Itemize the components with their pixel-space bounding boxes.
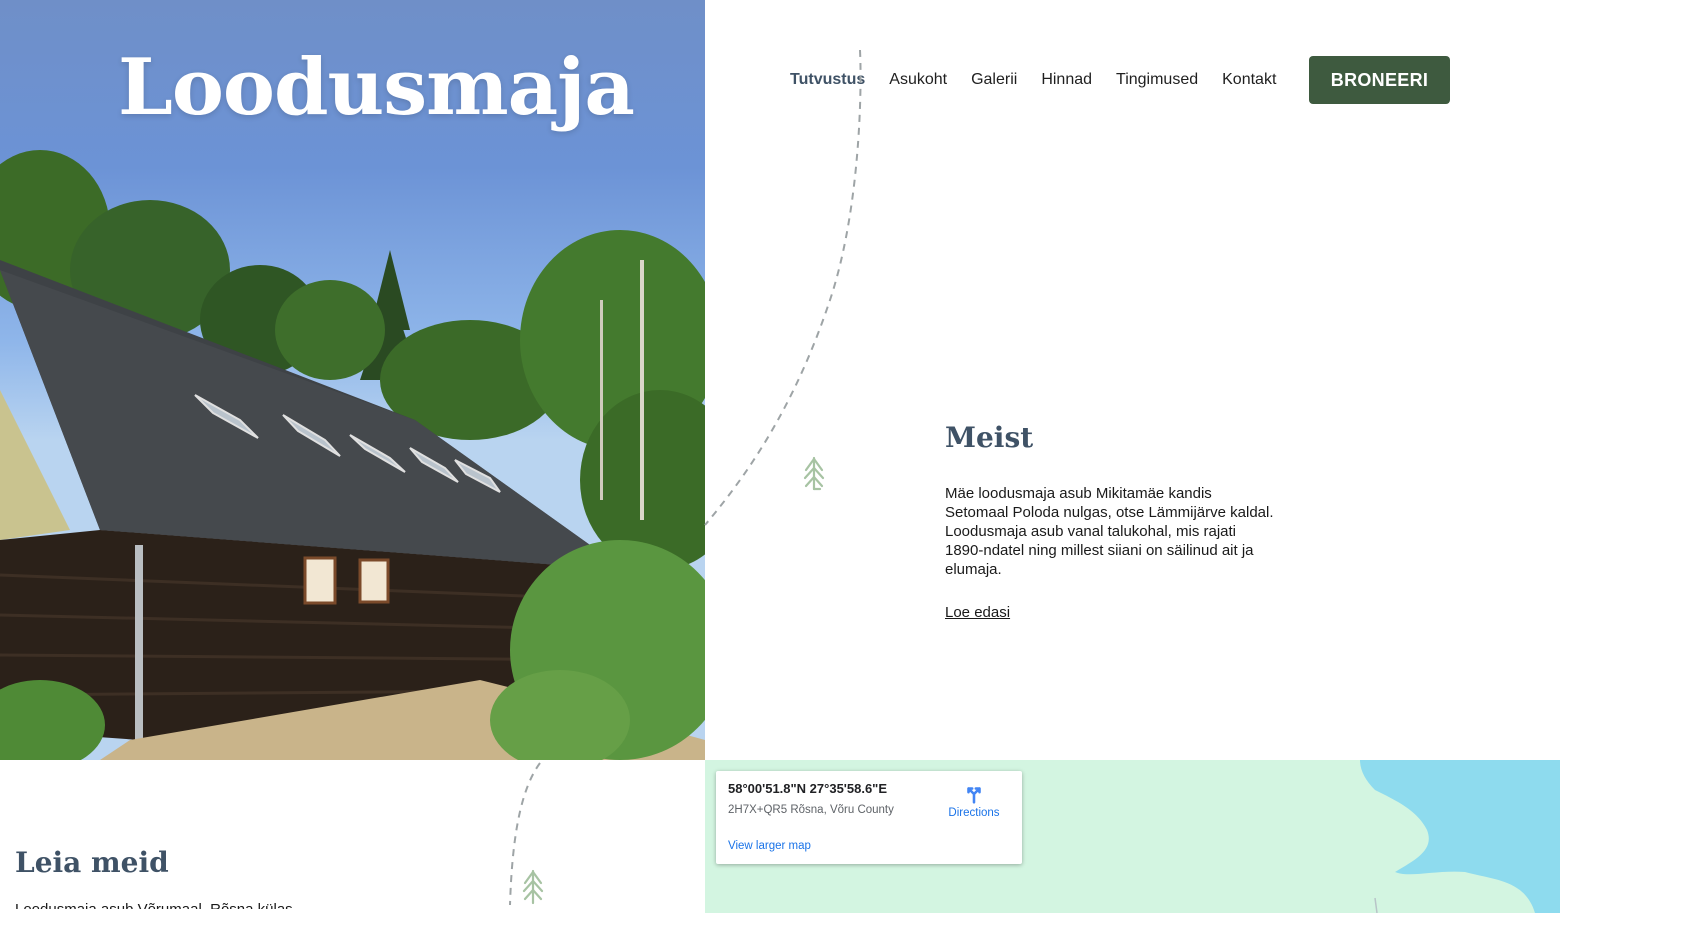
site-title[interactable]: Loodusmaja xyxy=(0,42,752,133)
tree-icon xyxy=(803,456,825,491)
map-info-card: 58°00'51.8"N 27°35'58.6"E 2H7X+QR5 Rõsna… xyxy=(716,771,1022,864)
map-coordinates: 58°00'51.8"N 27°35'58.6"E xyxy=(728,781,888,796)
nav-item-kontakt[interactable]: Kontakt xyxy=(1222,71,1276,89)
about-heading: Meist xyxy=(945,421,1034,454)
nav-item-tingimused[interactable]: Tingimused xyxy=(1116,71,1198,89)
view-larger-map-link[interactable]: View larger map xyxy=(728,840,811,852)
read-more-link[interactable]: Loe edasi xyxy=(945,604,1010,621)
nav-item-galerii[interactable]: Galerii xyxy=(971,71,1017,89)
about-description: Mäe loodusmaja asub Mikitamäe kandis Set… xyxy=(945,485,1274,578)
directions-button[interactable]: Directions xyxy=(940,783,1008,819)
nav-item-asukoht[interactable]: Asukoht xyxy=(889,71,947,89)
nav-item-tutvustus[interactable]: Tutvustus xyxy=(790,71,865,89)
main-nav: Tutvustus Asukoht Galerii Hinnad Tingimu… xyxy=(790,55,1300,105)
tree-icon xyxy=(522,869,544,905)
lake-water xyxy=(1360,760,1560,913)
find-us-description: Loodusmaja asub Võrumaal, Rõsna külas xyxy=(15,900,495,909)
nav-item-hinnad[interactable]: Hinnad xyxy=(1041,71,1092,89)
directions-label[interactable]: Directions xyxy=(940,807,1008,819)
book-button[interactable]: BRONEERI xyxy=(1309,56,1450,104)
find-us-heading: Leia meid xyxy=(15,846,169,879)
map-road xyxy=(1374,897,1378,913)
map-plus-code: 2H7X+QR5 Rõsna, Võru County xyxy=(728,804,894,816)
find-us-text: Loodusmaja asub Võrumaal, Rõsna külas xyxy=(15,900,495,909)
dashed-trail-lower xyxy=(509,762,541,906)
directions-icon[interactable] xyxy=(963,783,985,805)
